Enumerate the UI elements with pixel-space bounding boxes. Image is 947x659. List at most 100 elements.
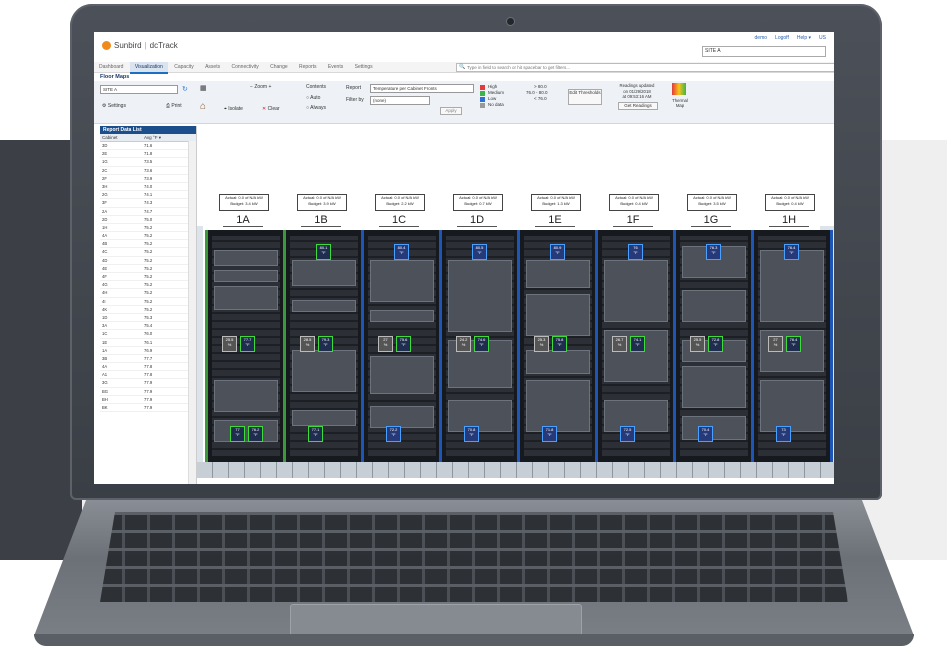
rack-equipment[interactable]: [370, 406, 434, 428]
isolate-button[interactable]: ⌖ Isolate: [224, 106, 243, 112]
table-row[interactable]: 2D 75.0: [100, 216, 196, 224]
apply-button[interactable]: Apply: [440, 107, 462, 115]
settings-button[interactable]: ⚙ Settings: [102, 103, 126, 109]
menu-settings[interactable]: Settings: [350, 62, 378, 72]
cabinet-label[interactable]: 1G: [691, 214, 731, 227]
temperature-sensor[interactable]: 76.2 °F: [248, 426, 263, 442]
menu-capacity[interactable]: Capacity: [169, 62, 198, 72]
table-row[interactable]: BH 77.9: [100, 396, 196, 404]
table-row[interactable]: 3F 74.3: [100, 199, 196, 208]
temperature-sensor[interactable]: 80.1 °F: [316, 244, 331, 260]
cabinet-label[interactable]: 1H: [769, 214, 809, 227]
menu-events[interactable]: Events: [323, 62, 348, 72]
temperature-sensor[interactable]: 76 °F: [628, 244, 643, 260]
rack-equipment[interactable]: [292, 300, 356, 312]
temperature-sensor[interactable]: 25.3 %: [534, 336, 549, 352]
table-row[interactable]: 1C 76.0: [100, 330, 196, 339]
contents-auto-radio[interactable]: ○ Auto: [306, 95, 320, 101]
temperature-sensor[interactable]: 70.8 °F: [464, 426, 479, 442]
menu-reports[interactable]: Reports: [294, 62, 322, 72]
temperature-sensor[interactable]: 24.2 %: [456, 336, 471, 352]
temperature-sensor[interactable]: 79.3 °F: [318, 336, 333, 352]
cabinet-label[interactable]: 1D: [457, 214, 497, 227]
table-row[interactable]: 4D 75.2: [100, 257, 196, 265]
table-row[interactable]: 4F 75.2: [100, 273, 196, 282]
cabinet-rack[interactable]: 25.5 % 77.7 °F 77 °F 76.2 °F: [205, 230, 287, 462]
rack-equipment[interactable]: [448, 400, 512, 432]
temperature-sensor[interactable]: 75.8 °F: [552, 336, 567, 352]
rack-equipment[interactable]: [448, 260, 512, 332]
rack-equipment[interactable]: [604, 400, 668, 432]
table-row[interactable]: 4C 75.2: [100, 248, 196, 257]
sidebar-scrollbar[interactable]: [188, 141, 196, 484]
filter-select[interactable]: (none): [370, 96, 430, 105]
temperature-sensor[interactable]: 71.8 °F: [542, 426, 557, 442]
table-row[interactable]: 4K 75.2: [100, 306, 196, 314]
cabinet-rack[interactable]: 76.3 °F 25.5 % 72.8 °F 70.4 °F: [673, 230, 755, 462]
table-row[interactable]: 2F 73.9: [100, 175, 196, 183]
temperature-sensor[interactable]: 27 %: [768, 336, 783, 352]
table-row[interactable]: 3H 74.0: [100, 183, 196, 192]
edit-thresholds-button[interactable]: Edit Thresholds: [568, 89, 602, 105]
temperature-sensor[interactable]: 25.5 %: [222, 336, 237, 352]
contents-always-radio[interactable]: ○ Always: [306, 105, 326, 111]
table-row[interactable]: 3A 75.4: [100, 322, 196, 331]
temperature-sensor[interactable]: 76.4 °F: [784, 244, 799, 260]
rack-equipment[interactable]: [682, 290, 746, 322]
table-row[interactable]: 2A 74.7: [100, 208, 196, 216]
menu-dashboard[interactable]: Dashboard: [94, 62, 128, 72]
temperature-sensor[interactable]: 80.4 °F: [394, 244, 409, 260]
temperature-sensor[interactable]: 76.3 °F: [706, 244, 721, 260]
rack-equipment[interactable]: [760, 380, 824, 432]
rack-equipment[interactable]: [214, 286, 278, 310]
rack-equipment[interactable]: [292, 350, 356, 392]
table-row[interactable]: 2G 74.1: [100, 191, 196, 200]
rack-equipment[interactable]: [682, 416, 746, 440]
rack-equipment[interactable]: [214, 420, 278, 442]
cabinet-rack[interactable]: 76.4 °F 27 % 76.4 °F 73 °F: [751, 230, 833, 462]
col-avg[interactable]: Avg °F ▾: [144, 134, 161, 141]
temperature-sensor[interactable]: 28.5 %: [300, 336, 315, 352]
clear-button[interactable]: ✕ Clear: [262, 106, 280, 112]
rack-equipment[interactable]: [370, 356, 434, 394]
table-row[interactable]: A1 77.8: [100, 371, 196, 380]
cabinet-rack[interactable]: 80.4 °F 27 % 75.6 °F 72.2 °F: [361, 230, 443, 462]
cabinet-rack[interactable]: 80.9 °F 25.3 % 75.8 °F 71.8 °F: [517, 230, 599, 462]
site-select[interactable]: SITE A: [100, 85, 178, 94]
table-row[interactable]: BG 77.9: [100, 388, 196, 396]
table-row[interactable]: 1H 75.2: [100, 224, 196, 233]
get-readings-button[interactable]: Get Readings: [618, 102, 658, 110]
rack-equipment[interactable]: [292, 410, 356, 426]
table-row[interactable]: 1G 73.5: [100, 158, 196, 167]
brand-logo[interactable]: Sunbird | dcTrack: [102, 41, 178, 50]
col-cabinet[interactable]: Cabinet: [102, 134, 118, 141]
print-button[interactable]: ⎙ Print: [166, 103, 182, 109]
table-row[interactable]: 2E 71.8: [100, 150, 196, 159]
cabinet-label[interactable]: 1E: [535, 214, 575, 227]
table-row[interactable]: 1D 75.3: [100, 314, 196, 323]
temperature-sensor[interactable]: 27 %: [378, 336, 393, 352]
table-row[interactable]: 1A 76.9: [100, 347, 196, 355]
rack-equipment[interactable]: [760, 250, 824, 322]
table-row[interactable]: 4A 77.8: [100, 363, 196, 372]
rack-equipment[interactable]: [682, 366, 746, 408]
temperature-sensor[interactable]: 75.6 °F: [396, 336, 411, 352]
temperature-sensor[interactable]: 74.1 °F: [630, 336, 645, 352]
home-icon[interactable]: ⌂: [200, 101, 206, 112]
floorplan-icon[interactable]: ▦: [200, 84, 207, 92]
temperature-sensor[interactable]: 77.1 °F: [308, 426, 323, 442]
table-row[interactable]: 4I 75.2: [100, 298, 196, 306]
table-row[interactable]: 3B 77.7: [100, 355, 196, 364]
search-input[interactable]: 🔍 Type in field to search or hit spaceba…: [456, 63, 834, 72]
thermal-map-button[interactable]: Thermal Map: [668, 98, 692, 108]
top-link-help[interactable]: Help ▾: [797, 35, 811, 41]
rack-equipment[interactable]: [604, 260, 668, 322]
rack-equipment[interactable]: [526, 294, 590, 336]
table-row[interactable]: 4A 75.2: [100, 232, 196, 241]
top-link-logoff[interactable]: Logoff: [775, 35, 789, 41]
menu-assets[interactable]: Assets: [200, 62, 225, 72]
rack-equipment[interactable]: [526, 260, 590, 288]
cabinet-label[interactable]: 1C: [379, 214, 419, 227]
cabinet-rack[interactable]: 80.1 °F 28.5 % 79.3 °F 77.1 °F: [283, 230, 365, 462]
temperature-sensor[interactable]: 76.4 °F: [786, 336, 801, 352]
